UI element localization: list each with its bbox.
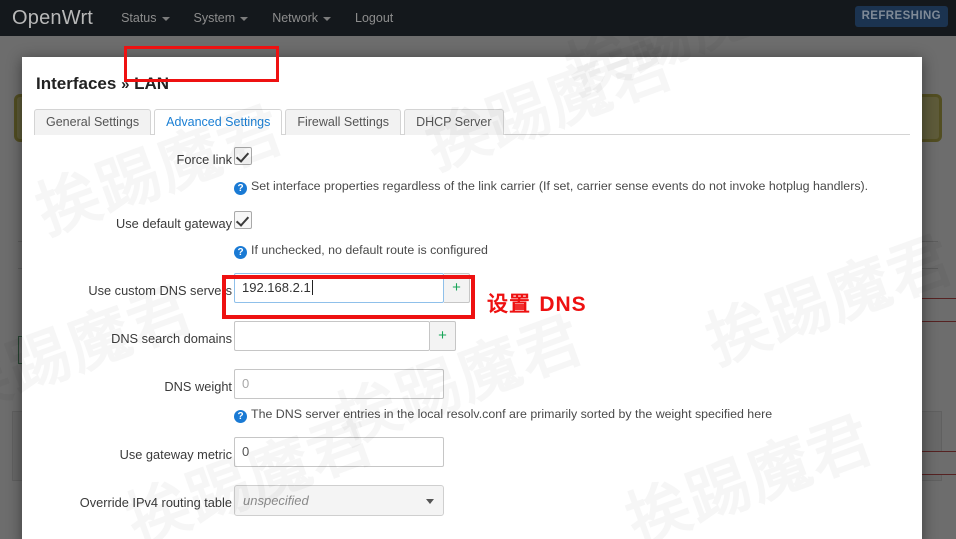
override-ipv4-routing-table-select[interactable]: unspecified	[234, 485, 444, 516]
tab-bar: General Settings Advanced Settings Firew…	[34, 109, 910, 135]
custom-dns-control: 192.168.2.1 +	[234, 273, 470, 303]
gateway-metric-label: Use gateway metric	[119, 447, 232, 462]
force-link-label: Force link	[176, 152, 232, 167]
use-default-gateway-hint-text: If unchecked, no default route is config…	[251, 243, 488, 257]
form-row-dns-weight: DNS weight 0 ? The DNS server entries in …	[22, 369, 922, 437]
text-cursor	[311, 280, 313, 295]
override-ipv4-selected-value: unspecified	[243, 493, 309, 508]
custom-dns-label: Use custom DNS servers	[88, 283, 232, 298]
dns-search-domains-label: DNS search domains	[111, 331, 232, 346]
dns-weight-input[interactable]: 0	[234, 369, 444, 399]
force-link-hint: ? Set interface properties regardless of …	[234, 179, 868, 195]
nav-item-logout[interactable]: Logout	[355, 11, 393, 25]
annotation-set-dns: 设置 DNS	[487, 288, 587, 318]
use-default-gateway-checkbox[interactable]	[234, 211, 252, 229]
brand-logo[interactable]: OpenWrt	[12, 7, 93, 30]
page-title: Interfaces » LAN	[36, 74, 169, 94]
help-icon[interactable]: ?	[234, 246, 247, 259]
use-default-gateway-label-wrap: Use default gateway	[22, 213, 232, 235]
annotation-en-text: DNS	[539, 293, 587, 316]
force-link-checkbox-wrap	[234, 147, 252, 170]
override-ipv4-label-wrap: Override IPv4 routing table	[22, 492, 232, 514]
dns-search-domains-input-wrap: +	[234, 321, 456, 351]
gateway-metric-input[interactable]: 0	[234, 437, 444, 467]
force-link-hint-text: Set interface properties regardless of t…	[251, 179, 869, 193]
screen: I I In OpenWrt Status System Network Log…	[0, 0, 956, 539]
use-default-gateway-checkbox-wrap	[234, 211, 252, 234]
force-link-checkbox[interactable]	[234, 147, 252, 165]
dns-search-domains-add-button[interactable]: +	[430, 321, 456, 351]
form-row-use-default-gateway: Use default gateway ? If unchecked, no de…	[22, 209, 922, 273]
nav-item-status-label: Status	[121, 11, 157, 25]
form-row-gateway-metric: Use gateway metric 0	[22, 437, 922, 485]
use-default-gateway-hint: ? If unchecked, no default route is confi…	[234, 243, 488, 259]
chevron-down-icon	[240, 16, 249, 21]
custom-dns-value: 192.168.2.1	[242, 280, 311, 295]
custom-dns-input-wrap: 192.168.2.1 +	[234, 273, 470, 303]
annotation-cn-text: 设置	[487, 292, 531, 316]
tab-advanced-settings[interactable]: Advanced Settings	[154, 109, 283, 135]
gateway-metric-control: 0	[234, 437, 444, 467]
advanced-settings-form: Force link ? Set interface properties reg…	[22, 145, 922, 533]
override-ipv4-control: unspecified	[234, 485, 444, 516]
page-title-main: Interfaces	[36, 74, 117, 93]
custom-dns-add-button[interactable]: +	[444, 273, 470, 303]
dns-search-domains-input[interactable]	[234, 321, 430, 351]
chevron-down-icon	[161, 16, 170, 21]
tab-firewall-settings[interactable]: Firewall Settings	[285, 109, 402, 135]
chevron-down-icon	[323, 16, 332, 21]
form-row-override-ipv4-table: Override IPv4 routing table unspecified	[22, 485, 922, 533]
page-title-sub: LAN	[134, 74, 170, 93]
dns-weight-control: 0	[234, 369, 444, 399]
tab-dhcp-server[interactable]: DHCP Server	[404, 109, 504, 135]
interface-config-modal: Interfaces » LAN General Settings Advanc…	[22, 57, 922, 539]
page-title-separator: »	[121, 76, 130, 93]
dns-weight-label-wrap: DNS weight	[22, 376, 232, 398]
dns-weight-hint-text: The DNS server entries in the local reso…	[251, 407, 773, 421]
nav-item-logout-label: Logout	[355, 11, 394, 25]
nav-item-network-label: Network	[272, 11, 319, 25]
custom-dns-label-wrap: Use custom DNS servers	[22, 280, 232, 302]
dns-search-domains-control: +	[234, 321, 456, 351]
tab-general-settings[interactable]: General Settings	[34, 109, 152, 135]
nav-item-system[interactable]: System	[194, 11, 249, 25]
custom-dns-input[interactable]: 192.168.2.1	[234, 273, 444, 303]
nav-item-network[interactable]: Network	[272, 11, 332, 25]
dns-search-domains-label-wrap: DNS search domains	[22, 328, 232, 350]
force-link-label-wrap: Force link	[22, 149, 232, 171]
gateway-metric-label-wrap: Use gateway metric	[22, 444, 232, 466]
help-icon[interactable]: ?	[234, 410, 247, 423]
status-badge-refreshing[interactable]: REFRESHING	[854, 6, 948, 27]
nav-item-system-label: System	[193, 11, 236, 25]
form-row-force-link: Force link ? Set interface properties reg…	[22, 145, 922, 209]
form-row-dns-search-domains: DNS search domains +	[22, 321, 922, 369]
help-icon[interactable]: ?	[234, 182, 247, 195]
dns-weight-label: DNS weight	[164, 379, 232, 394]
form-row-custom-dns: Use custom DNS servers 192.168.2.1 +	[22, 273, 922, 321]
chevron-down-icon	[426, 499, 434, 504]
use-default-gateway-label: Use default gateway	[116, 216, 232, 231]
top-navbar: OpenWrt Status System Network Logout REF…	[0, 0, 956, 36]
dns-weight-hint: ? The DNS server entries in the local res…	[234, 407, 772, 423]
nav-item-status[interactable]: Status	[121, 11, 170, 25]
override-ipv4-routing-table-label: Override IPv4 routing table	[79, 495, 232, 510]
